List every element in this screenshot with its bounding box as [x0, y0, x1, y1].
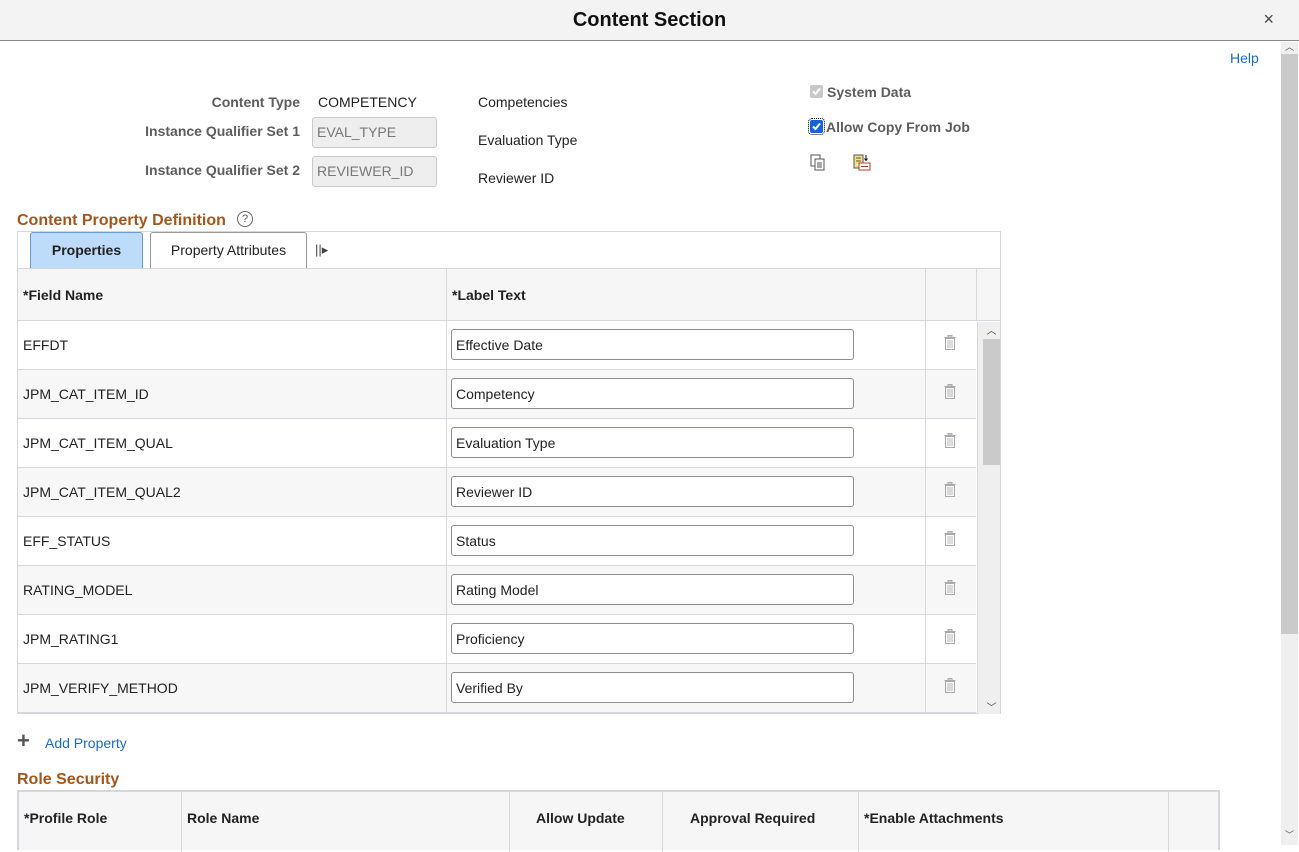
label-text-input[interactable]: [451, 623, 854, 654]
tab-property-attributes[interactable]: Property Attributes: [150, 232, 307, 268]
iq-set2-field: REVIEWER_ID: [312, 156, 437, 187]
copy-icon[interactable]: [810, 154, 826, 176]
content-type-value: COMPETENCY: [318, 94, 417, 110]
column-header-approval-required: Approval Required: [690, 810, 816, 826]
grid-scroll-thumb[interactable]: [983, 339, 1000, 465]
table-row: JPM_CAT_ITEM_QUAL2: [18, 468, 976, 517]
role-security-grid: *Profile Role Role Name Allow Update App…: [17, 790, 1220, 852]
plus-icon: +: [17, 728, 30, 753]
field-name: RATING_MODEL: [23, 582, 133, 598]
property-grid: Properties Property Attributes ||▸ *Fiel…: [17, 231, 1001, 714]
trash-icon[interactable]: [944, 335, 956, 355]
field-name: JPM_CAT_ITEM_QUAL2: [23, 484, 181, 500]
column-divider: [858, 792, 859, 852]
column-divider: [1168, 792, 1169, 852]
iq-set1-description: Evaluation Type: [478, 132, 578, 148]
iq-set1-label: Instance Qualifier Set 1: [145, 123, 300, 139]
column-header-enable-attachments: *Enable Attachments: [864, 810, 1004, 826]
scroll-up-icon[interactable]: ︿: [1281, 42, 1298, 53]
system-data-label: System Data: [827, 84, 912, 100]
column-header-label-text: *Label Text: [452, 287, 526, 303]
show-all-columns-icon[interactable]: ||▸: [315, 242, 328, 258]
trash-icon[interactable]: [944, 482, 956, 502]
label-text-input[interactable]: [451, 378, 854, 409]
content-type-description: Competencies: [478, 94, 568, 110]
label-text-input[interactable]: [451, 427, 854, 458]
field-name: JPM_CAT_ITEM_ID: [23, 386, 149, 402]
dialog-title: Content Section: [572, 9, 727, 31]
system-data-checkbox: [810, 85, 823, 98]
table-row: JPM_RATING1: [18, 615, 976, 664]
label-text-input[interactable]: [451, 574, 854, 605]
scroll-down-icon[interactable]: ﹀: [1281, 830, 1298, 841]
content-type-label: Content Type: [211, 94, 300, 110]
trash-icon[interactable]: [944, 678, 956, 698]
column-divider: [446, 268, 447, 714]
field-name: EFF_STATUS: [23, 533, 111, 549]
tab-properties[interactable]: Properties: [30, 232, 143, 268]
column-divider: [976, 268, 977, 321]
field-name: JPM_CAT_ITEM_QUAL: [23, 435, 173, 451]
column-divider: [181, 792, 182, 852]
grid-scroll-up-icon[interactable]: ︿: [983, 322, 1000, 337]
trash-icon[interactable]: [944, 384, 956, 404]
help-link[interactable]: Help: [1230, 50, 1259, 66]
allow-copy-label: Allow Copy From Job: [826, 119, 970, 135]
role-security-title: Role Security: [17, 771, 120, 788]
page-scrollbar[interactable]: ︿ ﹀: [1281, 42, 1298, 845]
column-divider: [509, 792, 510, 852]
iq-set2-description: Reviewer ID: [478, 170, 555, 186]
trash-icon[interactable]: [944, 629, 956, 649]
column-header-role-name: Role Name: [187, 810, 260, 826]
iq-set2-label: Instance Qualifier Set 2: [145, 162, 300, 178]
trash-icon[interactable]: [944, 531, 956, 551]
column-header-allow-update: Allow Update: [536, 810, 625, 826]
table-row: JPM_CAT_ITEM_ID: [18, 370, 976, 419]
add-property-label[interactable]: Add Property: [45, 735, 127, 751]
label-text-input[interactable]: [451, 525, 854, 556]
column-divider: [925, 268, 926, 714]
field-name: JPM_RATING1: [23, 631, 119, 647]
iq-set1-field: EVAL_TYPE: [312, 117, 437, 148]
grid-header: *Field Name *Label Text: [18, 268, 1000, 321]
table-row: RATING_MODEL: [18, 566, 976, 615]
table-row: EFF_STATUS: [18, 517, 976, 566]
allow-copy-checkbox[interactable]: [808, 118, 825, 135]
label-text-input[interactable]: [451, 672, 854, 703]
grid-scrollbar[interactable]: ︿ ﹀: [977, 322, 1000, 714]
table-row: EFFDT: [18, 321, 976, 370]
trash-icon[interactable]: [944, 433, 956, 453]
column-header-field-name: *Field Name: [23, 287, 104, 303]
dialog-titlebar: Content Section ×: [0, 0, 1299, 41]
table-row: JPM_CAT_ITEM_QUAL: [18, 419, 976, 468]
table-row: JPM_VERIFY_METHOD: [18, 664, 976, 713]
column-divider: [662, 792, 663, 852]
page-scroll-thumb[interactable]: [1281, 54, 1298, 634]
field-name: JPM_VERIFY_METHOD: [23, 680, 178, 696]
paste-list-icon[interactable]: [853, 154, 871, 176]
help-question-icon[interactable]: ?: [237, 211, 253, 227]
label-text-input[interactable]: [451, 476, 854, 507]
close-icon[interactable]: ×: [1263, 9, 1274, 30]
content-property-definition-title: Content Property Definition: [17, 212, 226, 229]
label-text-input[interactable]: [451, 329, 854, 360]
column-header-profile-role: *Profile Role: [24, 810, 108, 826]
field-name: EFFDT: [23, 337, 69, 353]
grid-scroll-down-icon[interactable]: ﹀: [983, 699, 1000, 714]
trash-icon[interactable]: [944, 580, 956, 600]
